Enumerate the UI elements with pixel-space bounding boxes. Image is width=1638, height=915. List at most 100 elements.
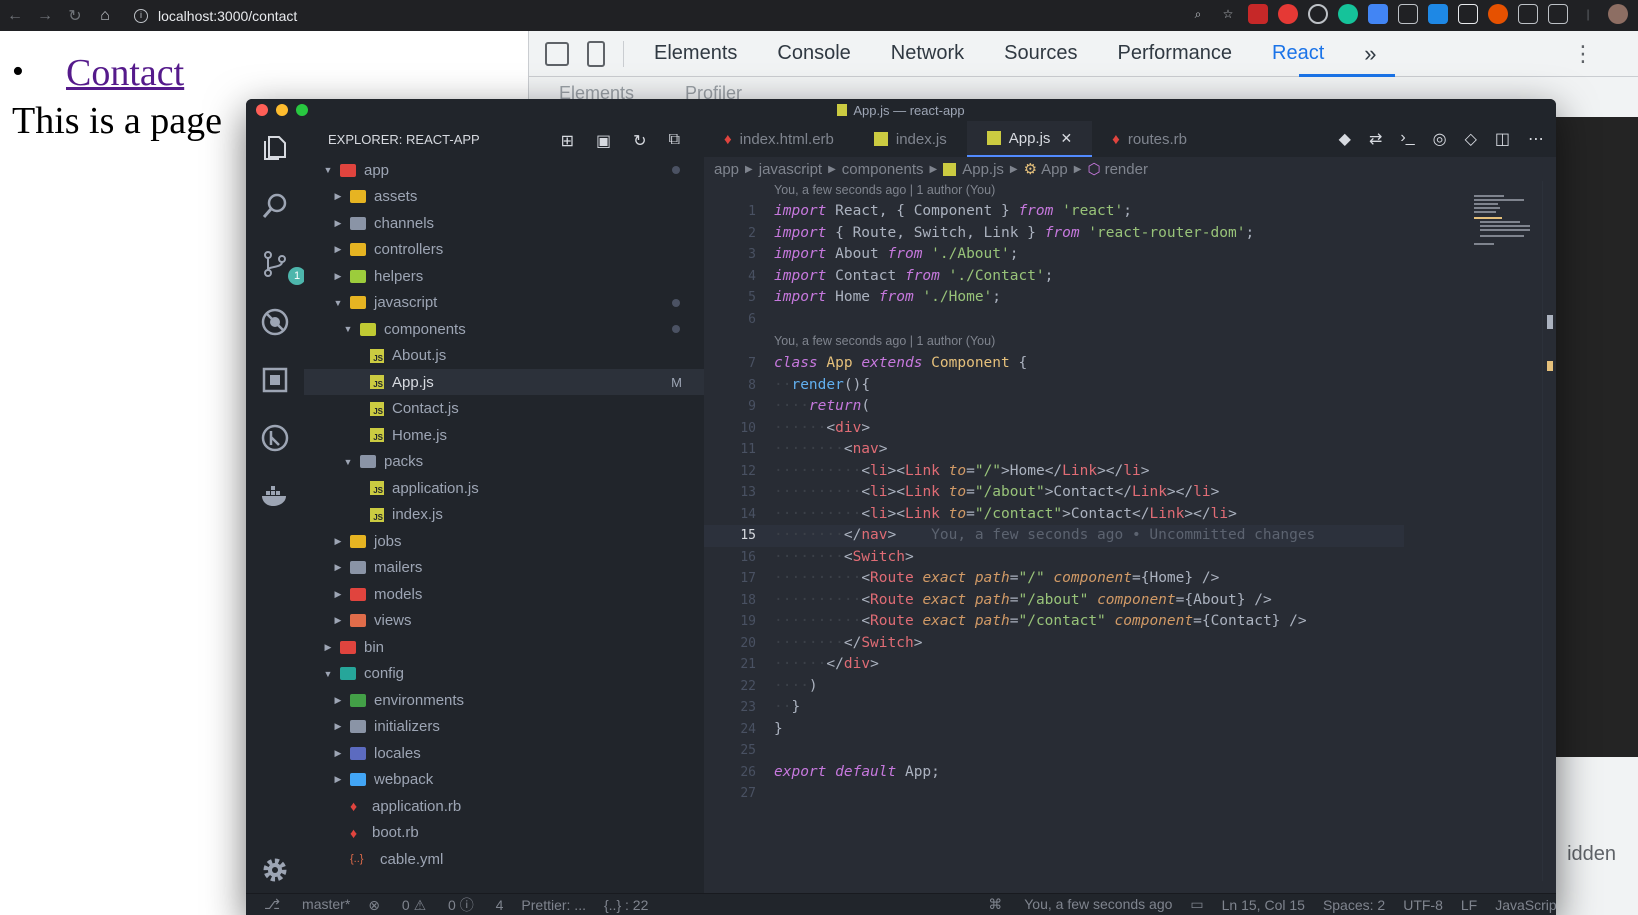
settings-gear-icon[interactable] <box>260 855 290 885</box>
tree-item[interactable]: ▶ channels <box>304 210 704 236</box>
extension-icon[interactable] <box>1308 4 1328 24</box>
breadcrumb-item[interactable]: components <box>842 161 924 178</box>
translate-icon[interactable] <box>1368 4 1388 24</box>
collapse-all-icon[interactable]: ⧉ <box>669 131 680 151</box>
tree-item[interactable]: ▶ locales <box>304 740 704 766</box>
forward-button[interactable]: → <box>30 7 60 25</box>
extension-icon[interactable] <box>1428 4 1448 24</box>
grammarly-icon[interactable] <box>1338 4 1358 24</box>
tree-item[interactable]: ▶ initializers <box>304 714 704 740</box>
tree-item[interactable]: JS index.js <box>304 502 704 528</box>
cursor-position[interactable]: Ln 15, Col 15 <box>1222 897 1305 913</box>
extension-icon[interactable] <box>1548 4 1568 24</box>
indentation[interactable]: Spaces: 2 <box>1323 897 1385 913</box>
extensions-icon[interactable] <box>260 365 290 395</box>
chevron-down-icon[interactable]: ▼ <box>342 457 354 467</box>
tree-item[interactable]: ▼ javascript <box>304 290 704 316</box>
close-tab-icon[interactable]: ✕ <box>1060 130 1072 147</box>
extension-icon[interactable] <box>1278 4 1298 24</box>
branch-item[interactable]: ⎇ master* <box>264 896 350 913</box>
chevron-down-icon[interactable]: ▼ <box>342 324 354 334</box>
tab-console[interactable]: Console <box>777 42 850 65</box>
more-actions-icon[interactable]: ⋯ <box>1528 129 1544 149</box>
debug-icon[interactable] <box>260 307 290 337</box>
new-file-icon[interactable]: ⊞ <box>561 131 574 151</box>
tree-item[interactable]: JS App.js M <box>304 369 704 395</box>
tree-item[interactable]: ▶ views <box>304 608 704 634</box>
tree-item[interactable]: ▼ components <box>304 316 704 342</box>
tree-item[interactable]: ▶ helpers <box>304 263 704 289</box>
chevron-down-icon[interactable]: ▼ <box>322 165 334 175</box>
chevron-right-icon[interactable]: ▶ <box>332 191 344 202</box>
breadcrumb-item[interactable]: app <box>714 161 739 178</box>
chevron-right-icon[interactable]: ▶ <box>332 615 344 626</box>
bracket-status[interactable]: {..} : 22 <box>604 897 648 913</box>
tree-item[interactable]: ♦ application.rb <box>304 793 704 819</box>
extension-icon[interactable] <box>1518 4 1538 24</box>
git-commit-icon[interactable]: ◇ <box>1465 129 1477 149</box>
minimap[interactable] <box>1474 193 1534 253</box>
chevron-right-icon[interactable]: ▶ <box>332 562 344 573</box>
chevron-down-icon[interactable]: ▼ <box>332 298 344 308</box>
address-bar[interactable]: i localhost:3000/contact <box>134 8 297 24</box>
contact-link[interactable]: Contact <box>66 51 184 95</box>
bookmark-star-icon[interactable]: ☆ <box>1218 4 1238 24</box>
git-blame-status[interactable]: ⌘ You, a few seconds ago <box>988 896 1172 913</box>
tree-item[interactable]: ▶ controllers <box>304 237 704 263</box>
zoom-icon[interactable]: ⌕ <box>1188 4 1208 24</box>
feedback-icon[interactable]: ▭ <box>1190 896 1203 913</box>
source-control-icon[interactable]: 1 <box>260 249 306 285</box>
reload-button[interactable]: ↻ <box>60 6 90 26</box>
info-icon[interactable]: i <box>134 8 148 23</box>
tab-performance[interactable]: Performance <box>1118 42 1233 65</box>
tab-sources[interactable]: Sources <box>1004 42 1077 65</box>
chevron-right-icon[interactable]: ▶ <box>322 642 334 653</box>
tree-item[interactable]: ▶ mailers <box>304 555 704 581</box>
device-toolbar-icon[interactable] <box>587 40 605 67</box>
zoom-window-button[interactable] <box>296 104 308 116</box>
terminal-icon[interactable]: ›_ <box>1400 129 1414 149</box>
new-folder-icon[interactable]: ▣ <box>596 131 611 151</box>
toggle-blame-icon[interactable]: ◎ <box>1433 129 1447 149</box>
home-button[interactable]: ⌂ <box>90 7 120 25</box>
chevron-right-icon[interactable]: ▶ <box>332 589 344 600</box>
tree-item[interactable]: ▶ environments <box>304 687 704 713</box>
tree-item[interactable]: ♦ boot.rb <box>304 820 704 846</box>
prettier-status[interactable]: Prettier: ... <box>521 897 586 913</box>
tree-item[interactable]: JS Contact.js <box>304 396 704 422</box>
codelens-authors[interactable]: You, a few seconds ago | 1 author (You) <box>774 183 995 197</box>
breadcrumb-item[interactable]: render <box>1105 161 1148 178</box>
explorer-icon[interactable] <box>260 133 290 163</box>
chevron-right-icon[interactable]: ▶ <box>332 721 344 732</box>
tree-item[interactable]: ▶ bin <box>304 634 704 660</box>
qr-icon[interactable] <box>1458 4 1478 24</box>
tab-routes-rb[interactable]: ♦ routes.rb <box>1092 121 1207 157</box>
breadcrumb-item[interactable]: javascript <box>759 161 822 178</box>
tree-item[interactable]: ▼ packs <box>304 449 704 475</box>
tree-item[interactable]: ▶ jobs <box>304 528 704 554</box>
minimize-window-button[interactable] <box>276 104 288 116</box>
search-icon[interactable] <box>260 191 290 221</box>
chevron-right-icon[interactable]: ▶ <box>332 218 344 229</box>
docker-icon[interactable] <box>260 481 290 511</box>
back-button[interactable]: ← <box>0 7 30 25</box>
gitlens-icon[interactable] <box>260 423 290 453</box>
tree-item[interactable]: ▼ app <box>304 157 704 183</box>
git-icon[interactable]: ◆ <box>1339 129 1351 149</box>
avatar[interactable] <box>1608 4 1628 24</box>
tree-item[interactable]: ▶ models <box>304 581 704 607</box>
kebab-menu-icon[interactable]: ⋮ <box>1572 41 1594 67</box>
tree-item[interactable]: {..} cable.yml <box>304 846 704 872</box>
extension-icon[interactable] <box>1398 4 1418 24</box>
tree-item[interactable]: ▼ config <box>304 661 704 687</box>
chevron-right-icon[interactable]: ▶ <box>332 271 344 282</box>
problems-item[interactable]: ⊗ 0 ⚠ 0 ⓘ 4 <box>368 895 503 915</box>
tab-network[interactable]: Network <box>891 42 964 65</box>
chevron-down-icon[interactable]: ▼ <box>322 669 334 679</box>
tree-item[interactable]: ▶ assets <box>304 184 704 210</box>
tree-item[interactable]: JS About.js <box>304 343 704 369</box>
tab-elements[interactable]: Elements <box>654 42 737 65</box>
extension-icon[interactable] <box>1488 4 1508 24</box>
extension-icon[interactable] <box>1248 4 1268 24</box>
tab-app-js[interactable]: App.js ✕ <box>966 121 1093 157</box>
